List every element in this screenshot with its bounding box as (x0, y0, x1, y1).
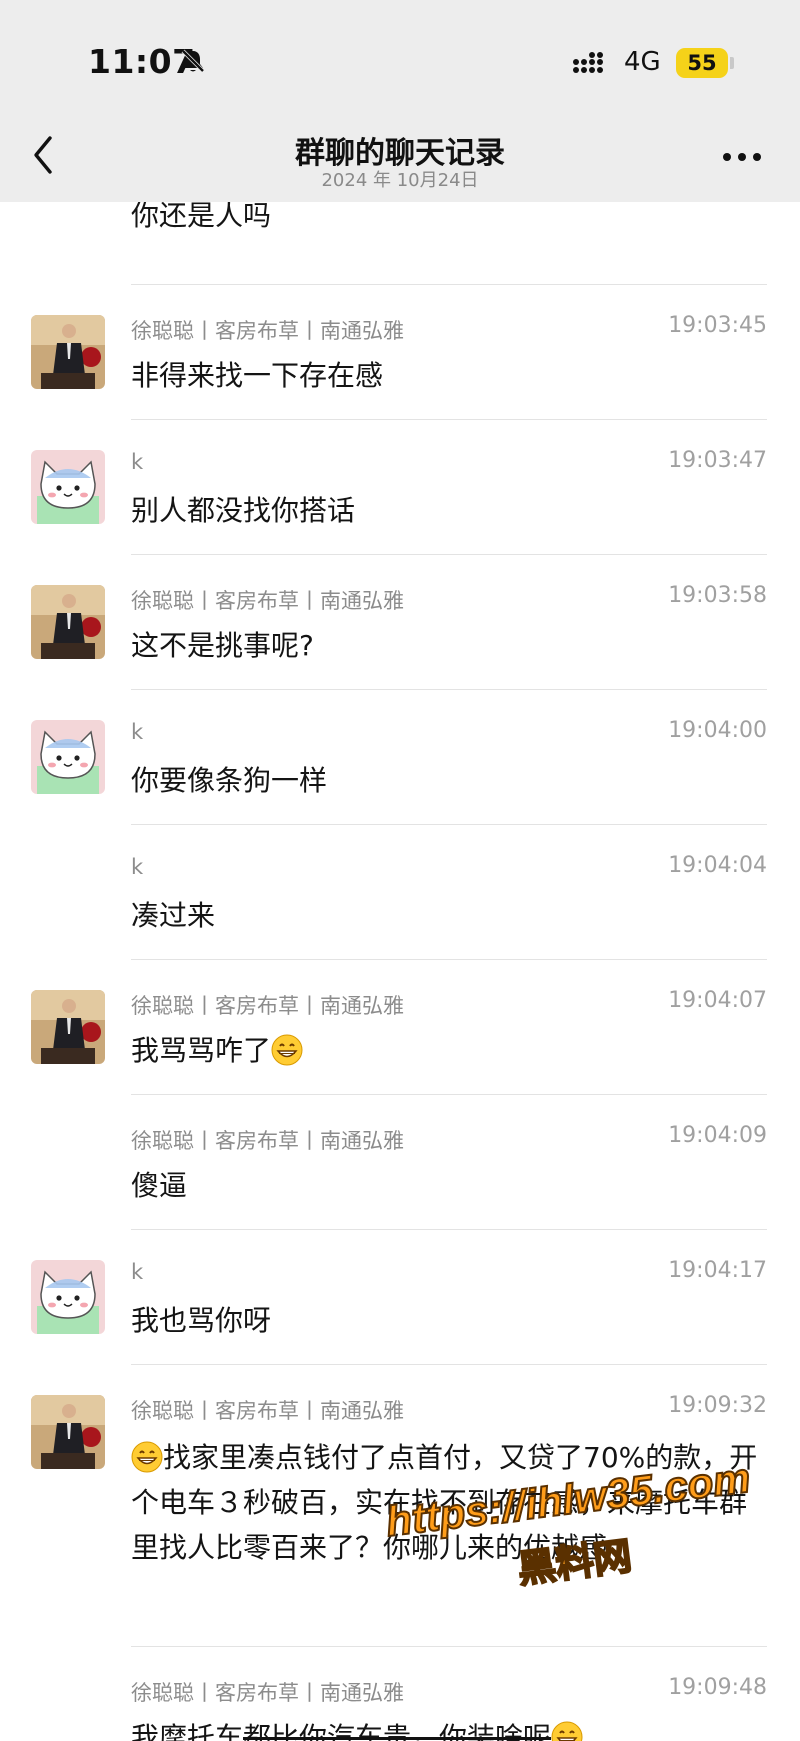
page-subtitle-date: 2024 年 10月24日 (321, 170, 479, 191)
battery-indicator: 55 (676, 48, 728, 78)
grinning-face-emoji-icon (551, 1721, 583, 1741)
message-time: 19:04:04 (668, 853, 767, 878)
avatar-cat[interactable] (31, 450, 105, 524)
message-item[interactable]: 徐聪聪丨客房布草丨南通弘雅 19:09:48 我摩托车都比你汽车贵，你装啥呢 (0, 1647, 800, 1741)
message-text: 我骂骂咋了 (131, 1030, 771, 1072)
message-text: 别人都没找你搭话 (131, 494, 356, 527)
man-avatar-image (31, 990, 105, 1064)
chat-history-page: 你还是人吗 徐聪聪丨客房布草丨南通弘雅 19:03:45 非得来找一下存在感 k… (0, 0, 800, 1741)
network-type: 4G (624, 47, 661, 77)
message-time: 19:03:45 (668, 313, 767, 338)
message-time: 19:04:17 (668, 1258, 767, 1283)
avatar-man[interactable] (31, 990, 105, 1064)
message-item[interactable]: 徐聪聪丨客房布草丨南通弘雅 19:03:45 非得来找一下存在感 (0, 285, 800, 420)
sender-name: 徐聪聪丨客房布草丨南通弘雅 (131, 1399, 404, 1423)
sender-name: 徐聪聪丨客房布草丨南通弘雅 (131, 589, 404, 613)
message-text: 我摩托车都比你汽车贵，你装啥呢 (131, 1717, 771, 1741)
message-item[interactable]: k 19:04:04 凑过来 (0, 825, 800, 960)
sender-name: 徐聪聪丨客房布草丨南通弘雅 (131, 1681, 404, 1705)
message-time: 19:09:32 (668, 1393, 767, 1418)
top-bar: 11:07 4G 55 群聊的聊天记录 2024 年 10月24日 (0, 0, 800, 202)
battery-tip (730, 57, 734, 69)
sender-name: 徐聪聪丨客房布草丨南通弘雅 (131, 319, 404, 343)
message-time: 19:04:07 (668, 988, 767, 1013)
message-text-part: 我摩托车 (131, 1721, 244, 1741)
message-item[interactable]: k 19:04:00 你要像条狗一样 (0, 690, 800, 825)
grinning-face-emoji-icon (271, 1034, 303, 1066)
message-text: 你要像条狗一样 (131, 764, 328, 797)
message-item[interactable]: k 19:04:17 我也骂你呀 (0, 1230, 800, 1365)
message-time: 19:04:09 (668, 1123, 767, 1148)
message-text: 我也骂你呀 (131, 1304, 272, 1337)
avatar-cat[interactable] (31, 720, 105, 794)
message-text: 傻逼 (131, 1169, 188, 1202)
bell-slash-icon (181, 49, 205, 73)
man-avatar-image (31, 315, 105, 389)
avatar-cat[interactable] (31, 1260, 105, 1334)
cat-avatar-image (31, 450, 105, 524)
watermark-label: 黑料网 (514, 1533, 635, 1593)
grinning-face-emoji-icon (131, 1441, 163, 1473)
man-avatar-image (31, 585, 105, 659)
signal-bars-icon (573, 52, 603, 73)
avatar-man[interactable] (31, 315, 105, 389)
message-text: 凑过来 (131, 899, 216, 932)
message-text: 非得来找一下存在感 (131, 359, 384, 392)
sender-name: k (131, 720, 144, 744)
message-item[interactable]: k 19:03:47 别人都没找你搭话 (0, 420, 800, 555)
message-time: 19:03:47 (668, 448, 767, 473)
message-text-struck: 都比你汽车贵，你装啥呢 (243, 1721, 552, 1741)
message-text-part: 我骂骂咋了 (131, 1034, 272, 1067)
avatar-man[interactable] (31, 585, 105, 659)
message-text: 这不是挑事呢? (131, 629, 314, 662)
message-time: 19:03:58 (668, 583, 767, 608)
cat-avatar-image (31, 1260, 105, 1334)
message-item[interactable]: 徐聪聪丨客房布草丨南通弘雅 19:04:09 傻逼 (0, 1095, 800, 1230)
sender-name: k (131, 1260, 144, 1284)
message-time: 19:09:48 (668, 1675, 767, 1700)
sender-name: 徐聪聪丨客房布草丨南通弘雅 (131, 994, 404, 1018)
message-item[interactable]: 徐聪聪丨客房布草丨南通弘雅 19:04:07 我骂骂咋了 (0, 960, 800, 1095)
cat-avatar-image (31, 720, 105, 794)
more-dots-icon[interactable] (722, 152, 762, 162)
sender-name: k (131, 450, 144, 474)
sender-name: k (131, 855, 144, 879)
man-avatar-image (31, 1395, 105, 1469)
avatar-man[interactable] (31, 1395, 105, 1469)
sender-name: 徐聪聪丨客房布草丨南通弘雅 (131, 1129, 404, 1153)
message-time: 19:04:00 (668, 718, 767, 743)
message-item[interactable]: 徐聪聪丨客房布草丨南通弘雅 19:03:58 这不是挑事呢? (0, 555, 800, 690)
